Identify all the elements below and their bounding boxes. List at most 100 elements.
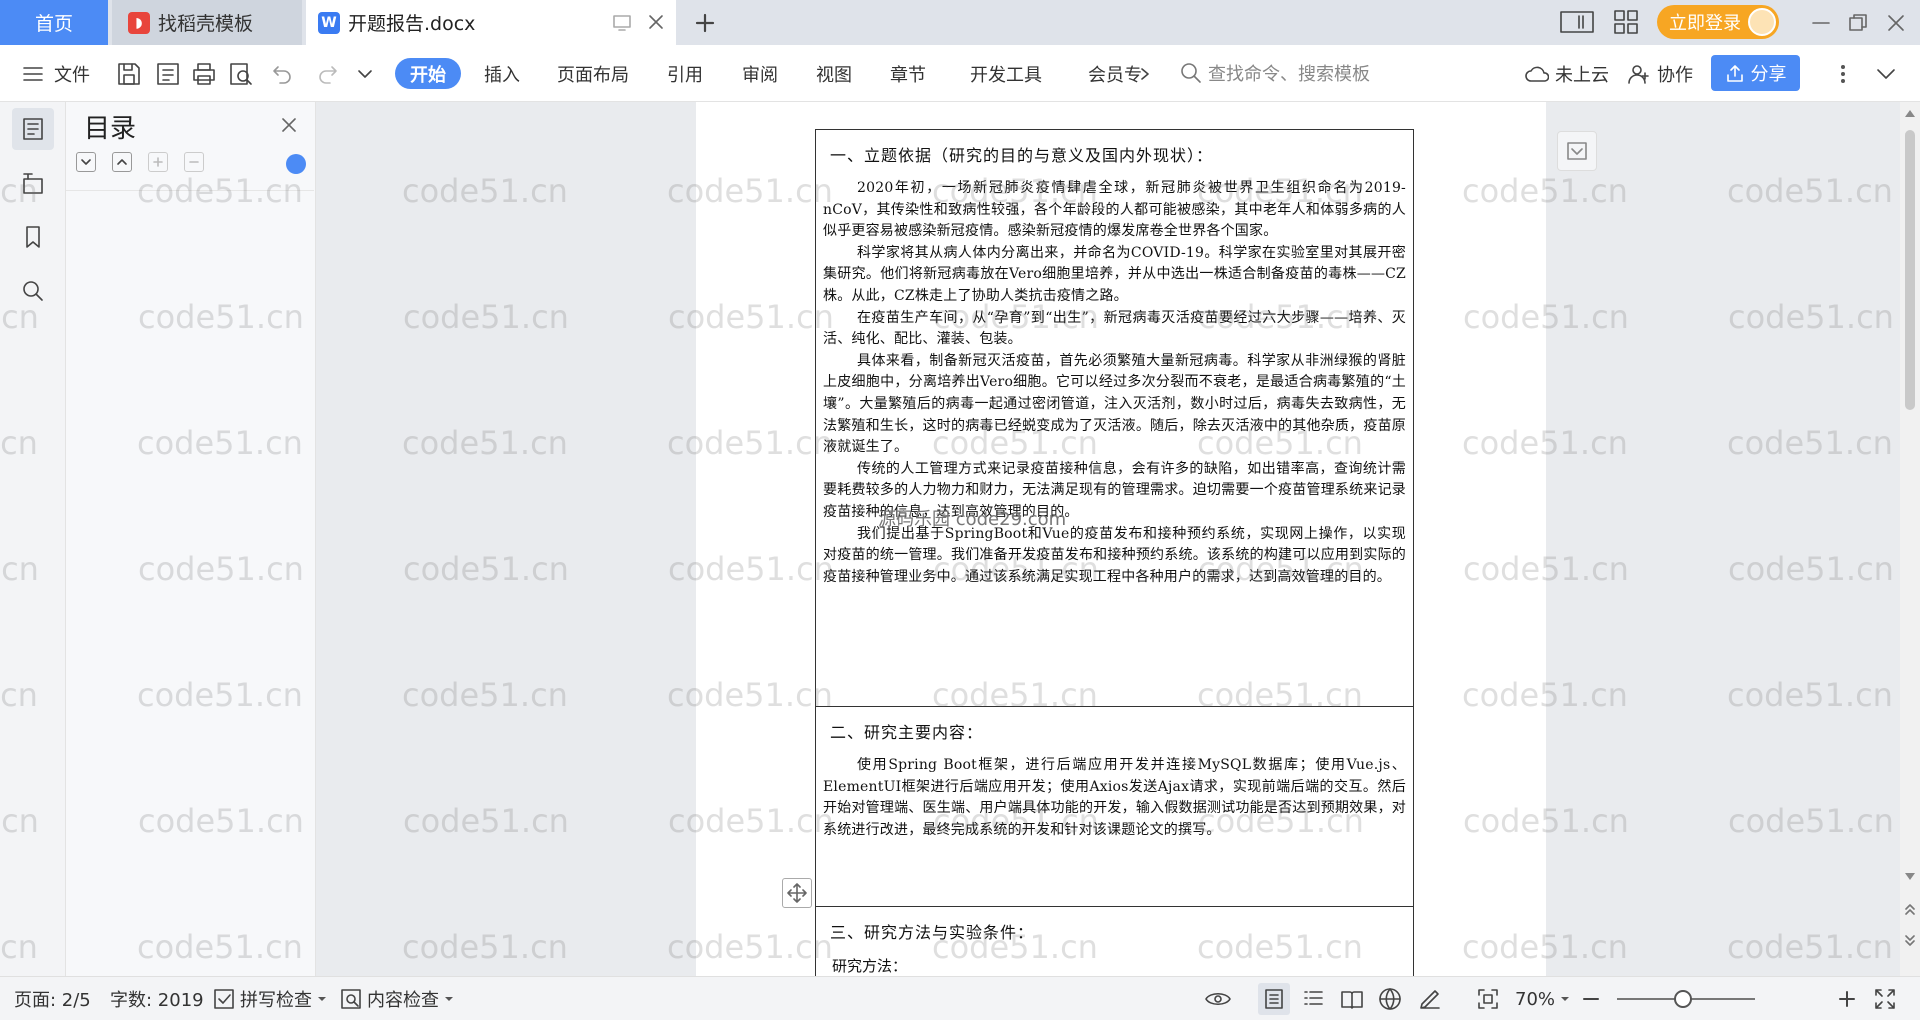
scroll-thumb[interactable] [1905,130,1915,410]
tab-document-label: 开题报告.docx [348,13,476,35]
collaborate-button[interactable]: 协作 [1627,45,1693,102]
fit-page-icon[interactable] [1476,977,1500,1020]
toc-expand-icon[interactable] [76,152,96,172]
save-icon[interactable] [116,45,142,102]
outline-view-icon[interactable] [1302,977,1324,1020]
zoom-level-label: 70% [1515,988,1556,1010]
command-search[interactable]: 查找命令、搜索模板 [1180,57,1390,89]
close-window-icon[interactable] [1883,10,1909,36]
hamburger-icon [23,66,43,81]
section-basis-cell[interactable]: 一、立题依据（研究的目的与意义及国内外现状）： 2020年初，一场新冠肺炎疫情肆… [815,129,1414,706]
zoom-level[interactable]: 70% [1515,977,1570,1020]
prev-page-icon[interactable] [1904,902,1916,916]
more-quick-icon[interactable] [356,45,374,102]
vertical-scrollbar[interactable] [1900,102,1920,976]
method-subtitle: 研究方法： [832,957,908,975]
spell-check-icon [214,989,234,1009]
zoom-in-icon[interactable] [1838,977,1856,1020]
toc-add-icon[interactable] [148,152,168,172]
eye-protection-icon[interactable] [1204,977,1232,1020]
toc-close-icon[interactable] [280,116,298,134]
minimize-icon[interactable] [1808,10,1834,36]
chapter-nav-icon[interactable] [12,162,54,204]
undo-icon[interactable] [268,45,294,102]
share-button[interactable]: 分享 [1711,55,1800,91]
tab-home[interactable]: 首页 [0,0,108,45]
caret-down-icon [1561,997,1570,1001]
ribbon-tab-insert[interactable]: 插入 [484,45,520,102]
zoom-out-icon[interactable] [1582,977,1600,1020]
scroll-up-icon[interactable] [1904,108,1916,118]
writer-logo-icon: W [318,11,340,34]
status-bar: 页面: 2/5 字数: 2019 拼写检查 内容检查 70% [0,976,1920,1020]
spell-check-button[interactable]: 拼写检查 [213,977,327,1020]
word-count[interactable]: 字数: 2019 [110,977,204,1020]
ribbon-tab-review[interactable]: 审阅 [742,45,778,102]
new-tab-icon[interactable] [690,8,720,38]
find-icon[interactable] [12,270,54,312]
tab-document[interactable]: W 开题报告.docx [306,0,676,45]
share-label: 分享 [1750,64,1787,85]
page-view-icon[interactable] [1258,983,1290,1015]
login-button[interactable]: 立即登录 [1657,5,1779,39]
collaborate-label: 协作 [1657,64,1693,86]
scroll-down-icon[interactable] [1904,872,1916,882]
toc-ai-icon[interactable] [286,154,306,174]
ribbon-tab-developer[interactable]: 开发工具 [970,45,1042,102]
section-content-cell[interactable]: 二、研究主要内容： 使用Spring Boot框架，进行后端应用开发并连接MyS… [815,706,1414,906]
inner-watermark: 源码乐园 code29.com [878,509,1067,530]
fullscreen-icon[interactable] [1873,977,1897,1020]
ribbon-tab-layout[interactable]: 页面布局 [557,45,629,102]
restore-icon[interactable] [1845,10,1871,36]
ribbon-tab-view[interactable]: 视图 [816,45,852,102]
left-nav-strip [0,102,66,976]
paragraph: 使用Spring Boot框架，进行后端应用开发并连接MySQL数据库；使用Vu… [823,757,1406,838]
reading-mode-icon[interactable] [1340,977,1364,1020]
ribbon-tab-start[interactable]: 开始 [395,58,461,89]
table-move-handle-icon[interactable] [782,878,812,908]
next-page-icon[interactable] [1904,934,1916,948]
toc-title: 目录 [84,114,137,144]
collapse-ribbon-icon[interactable] [1875,45,1897,102]
margin-tool-icon[interactable] [1557,131,1597,171]
file-menu[interactable]: 文件 [22,45,90,102]
daoke-logo-icon: ◗ [128,11,150,34]
share-icon [1726,65,1743,82]
bookmark-icon[interactable] [12,216,54,258]
content-check-button[interactable]: 内容检查 [340,977,454,1020]
toc-list [66,190,314,976]
tab-home-label: 首页 [34,13,73,35]
paragraph: 具体来看，制备新冠灭活疫苗，首先必须繁殖大量新冠病毒。科学家从非洲绿猴的肾脏上皮… [823,352,1406,456]
tab-daoke-templates[interactable]: ◗ 找稻壳模板 [112,0,302,45]
caret-down-icon [318,997,326,1001]
proposal-table: 一、立题依据（研究的目的与意义及国内外现状）： 2020年初，一场新冠肺炎疫情肆… [815,129,1414,1006]
zoom-slider-knob[interactable] [1674,990,1692,1008]
ribbon-tab-chapter[interactable]: 章节 [890,45,926,102]
web-layout-icon[interactable] [1378,977,1402,1020]
toc-remove-icon[interactable] [184,152,204,172]
write-mode-icon[interactable] [1418,977,1442,1020]
toc-collapse-icon[interactable] [112,152,132,172]
cloud-status-label: 未上云 [1555,64,1609,86]
toc-nav-icon[interactable] [12,108,54,150]
search-icon [1181,63,1201,83]
close-tab-icon[interactable] [646,12,666,32]
print-icon[interactable] [191,45,217,102]
tab-daoke-label: 找稻壳模板 [158,13,254,35]
cloud-status[interactable]: 未上云 [1525,45,1609,102]
print-preview-icon[interactable] [228,45,254,102]
ribbon-tab-member[interactable]: 会员专 [1088,45,1142,102]
export-icon[interactable] [155,45,181,102]
ribbon-tab-references[interactable]: 引用 [667,45,703,102]
redo-icon[interactable] [316,45,342,102]
spell-check-label: 拼写检查 [240,990,312,1011]
paragraph: 科学家将其从病人体内分离出来，并命名为COVID-19。科学家在实验室里对其展开… [823,244,1406,304]
page-indicator[interactable]: 页面: 2/5 [14,977,91,1020]
layout-icon[interactable] [1560,9,1594,35]
float-window-icon[interactable] [612,13,632,33]
apps-grid-icon[interactable] [1613,9,1639,35]
toc-panel: 目录 [66,102,316,976]
content-check-icon [341,989,361,1009]
more-options-icon[interactable] [1840,45,1846,102]
ribbon-more-icon[interactable] [1138,45,1152,102]
